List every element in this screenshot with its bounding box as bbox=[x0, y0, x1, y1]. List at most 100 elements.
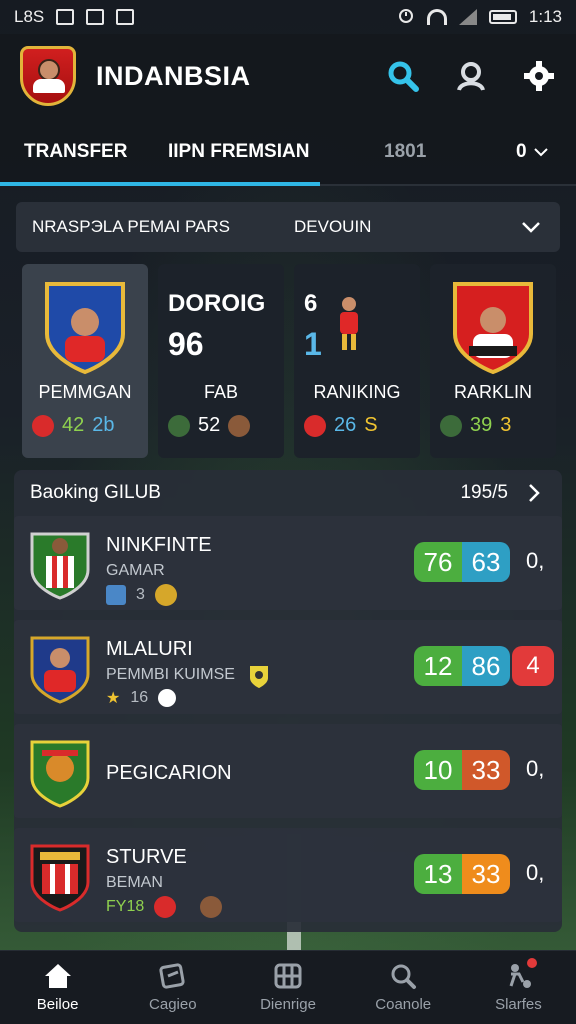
score-value: 13 bbox=[414, 854, 462, 894]
tab-1801[interactable]: 1801 bbox=[384, 118, 426, 186]
club-name: MLALURI bbox=[106, 638, 193, 660]
row-extra: 0, bbox=[526, 756, 545, 781]
tab-label: 1801 bbox=[384, 141, 427, 162]
score-value: 33 bbox=[462, 750, 510, 790]
score-value: 63 bbox=[462, 542, 510, 582]
club-badge-icon bbox=[32, 414, 54, 437]
filter-value: DEVOUIN bbox=[294, 217, 372, 236]
card-value: 1 bbox=[304, 326, 322, 362]
nav-label: Dienrige bbox=[260, 996, 316, 1013]
gallery-icon bbox=[116, 9, 135, 25]
club-badge-icon bbox=[304, 414, 326, 437]
club-name: STURVE bbox=[106, 846, 187, 868]
score-pill: 10 33 bbox=[414, 750, 510, 790]
card-stat: 3 bbox=[500, 414, 512, 436]
home-icon bbox=[43, 962, 73, 990]
club-name: PEGICARION bbox=[106, 762, 232, 784]
card-stat: 26 bbox=[334, 414, 357, 436]
club-meta: FY18 bbox=[106, 898, 145, 915]
nav-label: Beiloe bbox=[36, 996, 79, 1013]
score-value: 12 bbox=[414, 646, 462, 686]
score-value: 86 bbox=[462, 646, 510, 686]
card-stat: 39 bbox=[470, 414, 493, 436]
ranking-header[interactable]: Baoking GILUB 195/5 bbox=[14, 470, 562, 516]
card-stat: 42 bbox=[62, 414, 85, 436]
table-row[interactable]: NINKFINTE GAMAR 3 76 63 0, bbox=[14, 516, 562, 610]
shield-badge-icon bbox=[43, 280, 127, 381]
notification-dot bbox=[527, 958, 538, 968]
ball-icon bbox=[158, 689, 177, 707]
tab-more[interactable]: 0 bbox=[516, 118, 549, 186]
status-bar: L8S 1:13 bbox=[0, 0, 576, 34]
status-time: 1:13 bbox=[528, 7, 562, 26]
search-icon[interactable] bbox=[386, 59, 420, 93]
filter-label: NRASPЭLA PEMAI PARS bbox=[32, 217, 231, 236]
app-header: INDANBSIA bbox=[0, 34, 576, 118]
filter-dropdown[interactable]: NRASPЭLA PEMAI PARS DEVOUIN bbox=[16, 202, 560, 252]
tab-fremsian[interactable]: IIPN FREMSIAN bbox=[168, 118, 309, 186]
tab-transfer[interactable]: TRANSFER bbox=[24, 118, 127, 186]
chevron-down-icon bbox=[522, 222, 540, 233]
score-value: 10 bbox=[414, 750, 462, 790]
table-row[interactable]: PEGICARION 10 33 0, bbox=[14, 724, 562, 818]
tab-label: IIPN FREMSIAN bbox=[168, 141, 310, 162]
card-label: PEMMGAN bbox=[38, 382, 132, 402]
nav-label: Coanole bbox=[375, 996, 432, 1013]
club-badge-icon bbox=[154, 896, 177, 918]
player-card[interactable]: PEMMGAN 42 2b bbox=[22, 264, 148, 458]
wifi-icon bbox=[426, 9, 447, 25]
club-meta: 3 bbox=[136, 586, 145, 603]
card-heading: 6 bbox=[304, 290, 318, 317]
player-figure-icon bbox=[228, 414, 251, 437]
trophy-icon bbox=[154, 584, 177, 606]
nav-coanole[interactable]: Coanole bbox=[346, 951, 461, 1024]
score-value: 76 bbox=[414, 542, 462, 582]
club-badge-icon bbox=[28, 738, 92, 813]
nav-label: Cagieo bbox=[149, 996, 197, 1013]
nav-home[interactable]: Beiloe bbox=[0, 951, 115, 1024]
card-label: RARKLIN bbox=[453, 382, 533, 402]
nav-cagieo[interactable]: Cagieo bbox=[115, 951, 230, 1024]
score-alert-badge: 4 bbox=[512, 646, 554, 686]
player-figure-icon bbox=[334, 294, 364, 359]
club-meta: 16 bbox=[130, 689, 149, 706]
table-row[interactable]: MLALURI PEMMBI KUIMSE ★ 16 12 86 4 bbox=[14, 620, 562, 714]
tab-bar: TRANSFER IIPN FREMSIAN 1801 0 bbox=[0, 118, 576, 186]
card-stat: 2b bbox=[92, 414, 115, 436]
bottom-nav: Beiloe Cagieo Dienrige Coanole Slarfes bbox=[0, 950, 576, 1024]
nav-label: Slarfes bbox=[495, 996, 542, 1013]
player-card[interactable]: 6 1 RANIKING 26 S bbox=[294, 264, 420, 458]
club-badge-icon bbox=[168, 414, 190, 437]
app-title: INDANBSIA bbox=[96, 60, 251, 91]
alarm-icon bbox=[397, 6, 415, 29]
star-icon: ★ bbox=[106, 690, 121, 707]
ranking-count: 195/5 bbox=[460, 482, 508, 503]
app-screen: L8S 1:13 INDANBSIA TRANSFER IIPN FREMSIA… bbox=[0, 0, 576, 1024]
table-row[interactable]: STURVE BEMAN FY18 13 33 0, bbox=[14, 828, 562, 922]
profile-icon[interactable] bbox=[454, 59, 488, 93]
player-card[interactable]: RARKLIN 39 3 bbox=[430, 264, 556, 458]
tab-active-indicator bbox=[0, 182, 320, 186]
team-crest-logo[interactable] bbox=[20, 46, 76, 106]
score-value: 33 bbox=[462, 854, 510, 894]
row-extra: 4 bbox=[526, 652, 540, 679]
tab-label: TRANSFER bbox=[24, 141, 128, 162]
club-badge-icon bbox=[248, 664, 270, 688]
card-stat: S bbox=[364, 414, 378, 436]
nav-dienrige[interactable]: Dienrige bbox=[230, 951, 345, 1024]
nav-slarfes[interactable]: Slarfes bbox=[461, 951, 576, 1024]
search-icon bbox=[388, 962, 418, 990]
card-value: 96 bbox=[168, 326, 204, 362]
score-pill: 76 63 bbox=[414, 542, 510, 582]
gear-icon[interactable] bbox=[522, 59, 556, 93]
club-badge-icon bbox=[440, 414, 462, 437]
flag-icon bbox=[106, 585, 126, 605]
card-heading: DOROIG bbox=[168, 290, 266, 317]
player-card[interactable]: DOROIG 96 FAB 52 bbox=[158, 264, 284, 458]
card-stat: 52 bbox=[198, 414, 221, 436]
card-label: RANIKING bbox=[313, 382, 401, 402]
score-pill: 12 86 bbox=[414, 646, 510, 686]
image-icon bbox=[86, 9, 105, 25]
notification-icon bbox=[56, 9, 75, 25]
shield-badge-icon bbox=[451, 280, 535, 381]
